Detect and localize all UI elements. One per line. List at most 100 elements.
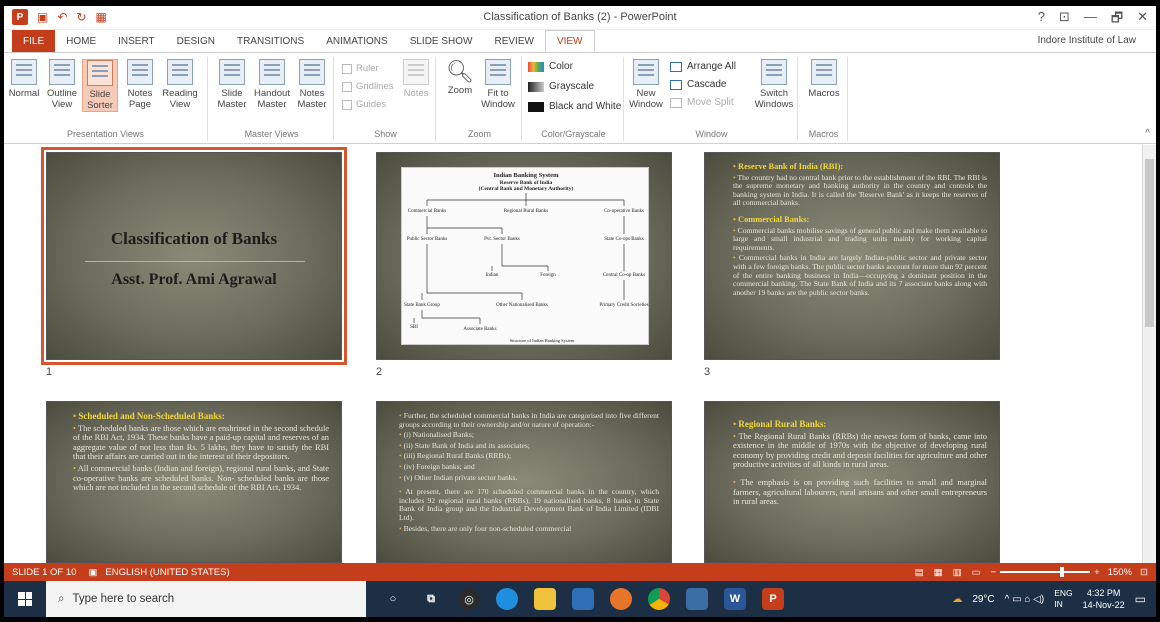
guides-checkbox[interactable]: Guides	[342, 99, 386, 110]
notes-page-button[interactable]: Notes Page	[122, 59, 158, 110]
tab-insert[interactable]: INSERT	[107, 30, 166, 52]
slideshow-status-icon[interactable]: ▭	[972, 567, 981, 578]
chrome-icon[interactable]	[648, 588, 670, 610]
mail-icon[interactable]	[572, 588, 594, 610]
task-view-icon[interactable]: ⧉	[420, 588, 442, 610]
slide-6-heading: Regional Rural Banks:	[733, 419, 987, 430]
slide-thumbnail-5[interactable]: Further, the scheduled commercial banks …	[376, 401, 672, 563]
group-master-views: Slide Master Handout Master Notes Master…	[210, 57, 334, 141]
notifications-icon[interactable]: ▭	[1135, 592, 1146, 606]
account-name[interactable]: Indore Institute of Law	[1038, 35, 1136, 46]
zoom-button[interactable]: 🔍︎ Zoom	[442, 59, 478, 96]
move-split-button[interactable]: Move Split	[670, 97, 734, 108]
group-macros: Macros Macros	[800, 57, 848, 141]
ruler-checkbox[interactable]: Ruler	[342, 63, 379, 74]
reading-view-button[interactable]: Reading View	[162, 59, 198, 110]
slide-4-paragraph-2: All commercial banks (Indian and foreign…	[73, 464, 329, 493]
ribbon-display-options-icon[interactable]: ⊡	[1059, 9, 1070, 31]
grayscale-label: Grayscale	[549, 81, 595, 92]
search-placeholder: Type here to search	[72, 593, 175, 605]
node-state-coop-banks: State Co-ops Banks	[604, 237, 643, 242]
tab-slide-show[interactable]: SLIDE SHOW	[399, 30, 484, 52]
slide-3-content: Reserve Bank of India (RBI): The country…	[733, 162, 987, 299]
tab-transitions[interactable]: TRANSITIONS	[226, 30, 315, 52]
macros-icon	[811, 59, 837, 85]
app-icon[interactable]: ◎	[458, 588, 480, 610]
slide-thumbnail-4[interactable]: Scheduled and Non-Scheduled Banks: The s…	[46, 401, 342, 563]
handout-master-button[interactable]: Handout Master	[254, 59, 290, 110]
fit-to-window-button[interactable]: Fit to Window	[480, 59, 516, 110]
vertical-scrollbar[interactable]	[1142, 145, 1156, 563]
word-icon[interactable]: W	[724, 588, 746, 610]
tab-home[interactable]: HOME	[55, 30, 107, 52]
zoom-slider-thumb[interactable]	[1060, 567, 1065, 577]
slide-thumbnail-1[interactable]: Classification of Banks Asst. Prof. Ami …	[41, 147, 347, 365]
normal-view-button[interactable]: Normal	[6, 59, 42, 99]
help-icon[interactable]: ?	[1038, 9, 1045, 31]
fit-slide-icon[interactable]: ⊡	[1140, 567, 1148, 578]
region-code: IN	[1054, 599, 1063, 609]
start-icon-tile	[25, 592, 32, 599]
diagram-title: Indian Banking System	[493, 172, 559, 179]
color-button[interactable]: Color	[528, 61, 573, 72]
windows-start-icon[interactable]	[18, 592, 32, 606]
zoom-level[interactable]: 150%	[1108, 567, 1132, 578]
macros-button[interactable]: Macros	[806, 59, 842, 99]
normal-view-status-icon[interactable]: ▤	[915, 567, 924, 578]
language-indicator[interactable]: ENGLISH (UNITED STATES)	[105, 567, 229, 578]
cortana-icon[interactable]: ○	[382, 588, 404, 610]
outline-view-button[interactable]: Outline View	[44, 59, 80, 110]
file-explorer-icon[interactable]	[534, 588, 556, 610]
grayscale-button[interactable]: Grayscale	[528, 81, 594, 92]
tab-design[interactable]: DESIGN	[166, 30, 226, 52]
slide-master-button[interactable]: Slide Master	[214, 59, 250, 110]
tab-view[interactable]: VIEW	[544, 30, 595, 52]
tab-file[interactable]: FILE	[12, 30, 56, 52]
slide-4-content: Scheduled and Non-Scheduled Banks: The s…	[73, 411, 329, 495]
zoom-out-icon[interactable]: −	[991, 567, 997, 578]
slide-thumbnail-3[interactable]: Reserve Bank of India (RBI): The country…	[704, 152, 1000, 360]
node-primary-credit-societies: Primary Credit Societies	[599, 303, 648, 308]
weather-icon[interactable]: ☁	[952, 594, 962, 605]
slide-sorter-status-icon[interactable]: ▦	[934, 567, 943, 578]
restore-button[interactable]: 🗗	[1111, 9, 1123, 31]
start-icon-tile	[25, 599, 32, 606]
arrange-all-label: Arrange All	[687, 61, 736, 72]
notes-button[interactable]: Notes	[398, 59, 434, 99]
cascade-button[interactable]: Cascade	[670, 79, 726, 90]
slide-thumbnail-6[interactable]: Regional Rural Banks: The Regional Rural…	[704, 401, 1000, 563]
weather-temperature[interactable]: 29°C	[972, 594, 994, 605]
new-window-button[interactable]: New Window	[628, 59, 664, 110]
store-icon[interactable]	[686, 588, 708, 610]
gridlines-checkbox[interactable]: Gridlines	[342, 81, 394, 92]
arrange-all-icon	[670, 61, 682, 72]
edge-icon[interactable]	[496, 588, 518, 610]
scrollbar-thumb[interactable]	[1145, 159, 1154, 327]
tab-review[interactable]: REVIEW	[483, 30, 544, 52]
powerpoint-taskbar-icon[interactable]: P	[762, 588, 784, 610]
clock[interactable]: 4:32 PM 14-Nov-22	[1083, 587, 1125, 611]
reading-view-status-icon[interactable]: ▥	[953, 567, 962, 578]
tab-animations[interactable]: ANIMATIONS	[315, 30, 398, 52]
zoom-in-icon[interactable]: +	[1094, 567, 1100, 578]
show-group-label: Show	[374, 129, 397, 139]
arrange-all-button[interactable]: Arrange All	[670, 61, 736, 72]
taskbar-search-box[interactable]: ⌕ Type here to search	[46, 581, 366, 617]
notes-master-button[interactable]: Notes Master	[294, 59, 330, 110]
notes-master-label: Notes Master	[297, 88, 327, 110]
zoom-slider[interactable]	[1000, 567, 1091, 577]
collapse-ribbon-icon[interactable]: ^	[1145, 128, 1150, 139]
ribbon-tabs: FILE HOME INSERT DESIGN TRANSITIONS ANIM…	[4, 30, 1156, 52]
tray-icons[interactable]: ^ ▭ ⌂ ◁)	[1005, 594, 1045, 605]
language-indicator-tray[interactable]: ENG IN	[1054, 588, 1072, 610]
group-zoom: 🔍︎ Zoom Fit to Window Zoom	[438, 57, 522, 141]
firefox-icon[interactable]	[610, 588, 632, 610]
zoom-group-label: Zoom	[467, 129, 491, 139]
minimize-button[interactable]: —	[1084, 9, 1097, 31]
close-button[interactable]: ✕	[1137, 9, 1148, 31]
spelling-icon[interactable]: ▣	[88, 567, 97, 578]
slide-sorter-button[interactable]: Slide Sorter	[82, 59, 118, 112]
black-and-white-button[interactable]: Black and White	[528, 101, 621, 112]
slide-thumbnail-2[interactable]: Indian Banking System Reserve Bank of In…	[376, 152, 672, 360]
switch-windows-button[interactable]: Switch Windows	[752, 59, 796, 110]
